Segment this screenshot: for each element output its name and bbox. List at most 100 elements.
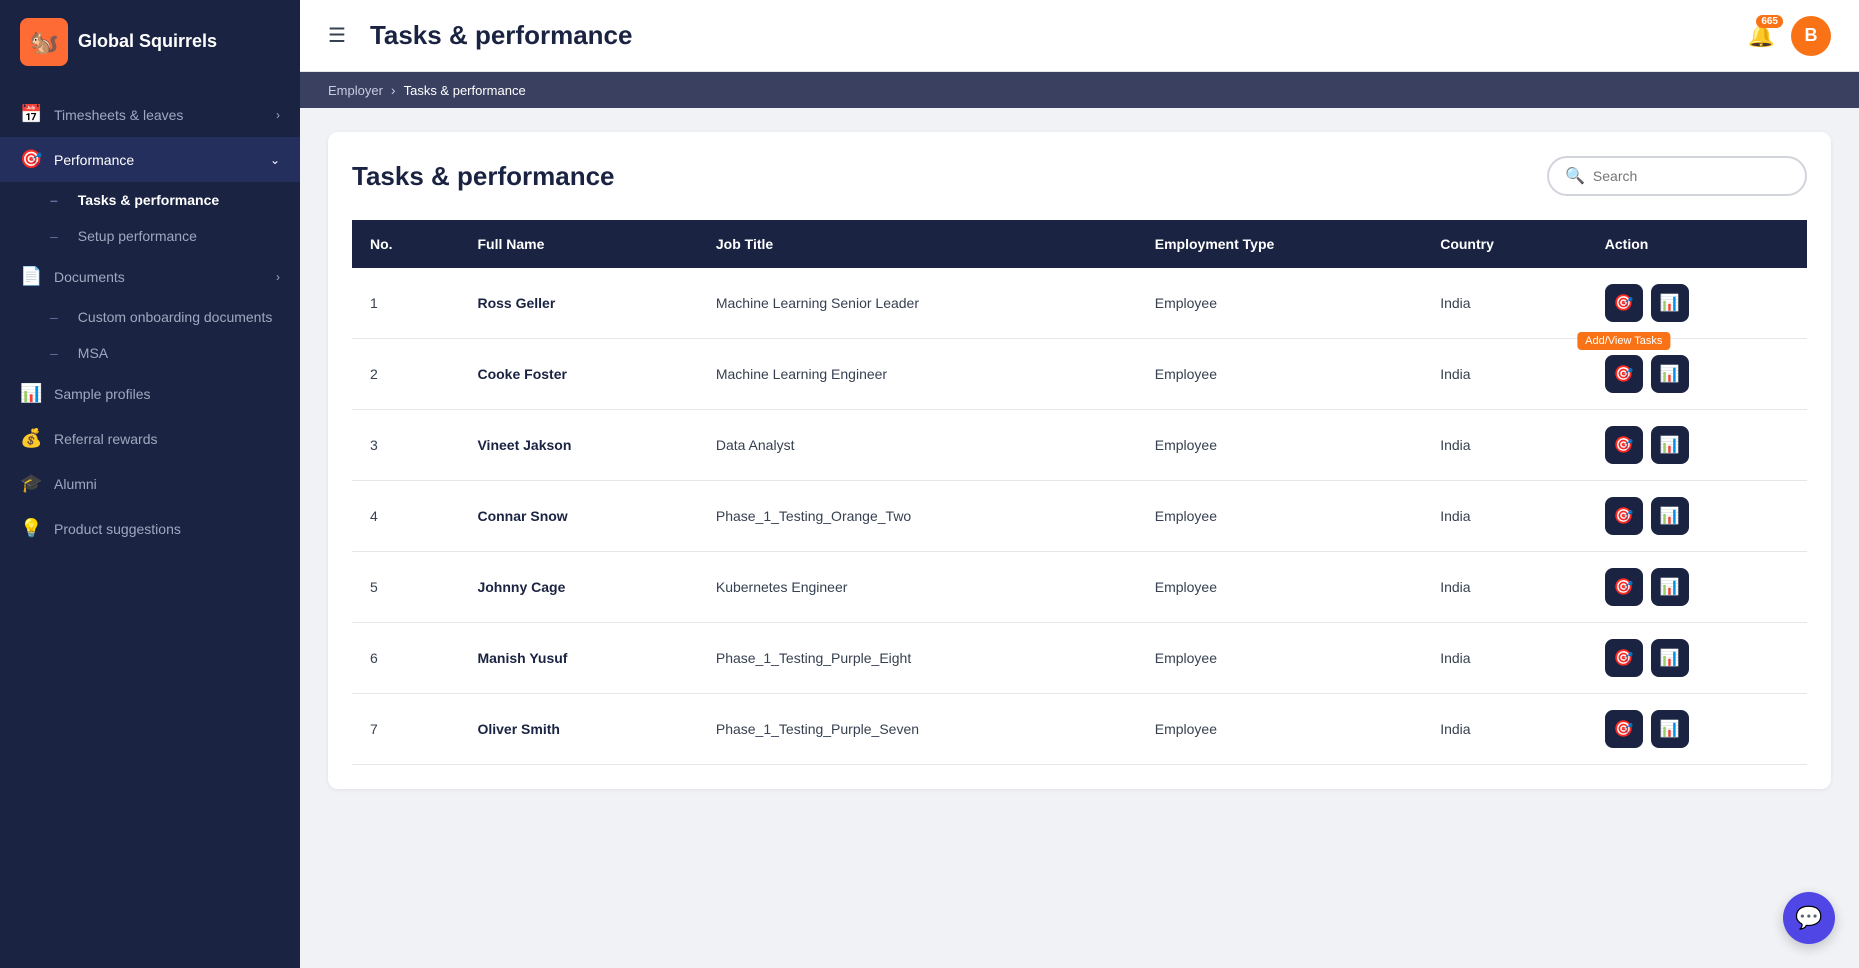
performance-icon: 🎯 <box>20 149 42 170</box>
view-performance-button[interactable]: 📊 <box>1651 568 1689 606</box>
chart-icon: 📊 <box>1660 506 1680 526</box>
add-view-tasks-button[interactable]: 🎯 <box>1605 710 1643 748</box>
action-buttons-group: 🎯 📊 <box>1605 497 1789 535</box>
cell-no: 2 <box>352 339 459 410</box>
table-row: 1 Ross Geller Machine Learning Senior Le… <box>352 268 1807 339</box>
cell-job-title: Kubernetes Engineer <box>698 552 1137 623</box>
cell-employment-type: Employee <box>1137 623 1422 694</box>
target-icon: 🎯 <box>1614 364 1634 384</box>
cell-no: 4 <box>352 481 459 552</box>
product-suggestions-icon: 💡 <box>20 518 42 539</box>
cell-employment-type: Employee <box>1137 481 1422 552</box>
target-icon: 🎯 <box>1614 435 1634 455</box>
sidebar-subitem-msa[interactable]: – MSA <box>0 335 300 371</box>
hamburger-button[interactable]: ☰ <box>328 23 346 48</box>
cell-actions: 🎯 Add/View Tasks 📊 <box>1587 268 1807 339</box>
action-buttons-group: 🎯 📊 <box>1605 355 1789 393</box>
cell-employment-type: Employee <box>1137 339 1422 410</box>
sidebar-item-label: Referral rewards <box>54 431 157 447</box>
add-view-tasks-button[interactable]: 🎯 <box>1605 355 1643 393</box>
cell-employment-type: Employee <box>1137 694 1422 765</box>
chevron-down-icon: ⌄ <box>270 153 280 167</box>
sidebar-item-product-suggestions[interactable]: 💡 Product suggestions <box>0 506 300 551</box>
cell-job-title: Phase_1_Testing_Orange_Two <box>698 481 1137 552</box>
cell-name: Oliver Smith <box>459 694 697 765</box>
view-performance-button[interactable]: 📊 <box>1651 639 1689 677</box>
user-avatar-button[interactable]: B <box>1791 16 1831 56</box>
logo-text: Global Squirrels <box>78 31 217 53</box>
cell-actions: 🎯 📊 <box>1587 694 1807 765</box>
breadcrumb: Employer › Tasks & performance <box>300 72 1859 108</box>
cell-name: Connar Snow <box>459 481 697 552</box>
add-view-tasks-button[interactable]: 🎯 <box>1605 426 1643 464</box>
add-view-tasks-button[interactable]: 🎯 <box>1605 568 1643 606</box>
view-performance-button[interactable]: 📊 <box>1651 355 1689 393</box>
logo-icon: 🐿️ <box>20 18 68 66</box>
notification-bell-button[interactable]: 🔔 665 <box>1748 23 1775 49</box>
timesheets-icon: 📅 <box>20 104 42 125</box>
cell-country: India <box>1422 552 1587 623</box>
search-input[interactable] <box>1593 168 1789 184</box>
sidebar-item-sample-profiles[interactable]: 📊 Sample profiles <box>0 371 300 416</box>
col-no: No. <box>352 220 459 268</box>
add-view-tasks-button[interactable]: 🎯 <box>1605 639 1643 677</box>
breadcrumb-separator: › <box>391 82 396 98</box>
table-row: 3 Vineet Jakson Data Analyst Employee In… <box>352 410 1807 481</box>
sidebar-subitem-custom-onboarding[interactable]: – Custom onboarding documents <box>0 299 300 335</box>
view-performance-button[interactable]: 📊 <box>1651 284 1689 322</box>
sidebar-logo[interactable]: 🐿️ Global Squirrels <box>0 0 300 84</box>
add-view-tasks-button[interactable]: 🎯 <box>1605 497 1643 535</box>
cell-no: 5 <box>352 552 459 623</box>
view-performance-button[interactable]: 📊 <box>1651 497 1689 535</box>
content-area: Tasks & performance 🔍 No. Full Name Job … <box>300 108 1859 968</box>
sidebar: 🐿️ Global Squirrels 📅 Timesheets & leave… <box>0 0 300 968</box>
view-performance-button[interactable]: 📊 <box>1651 426 1689 464</box>
chat-bubble-button[interactable]: 💬 <box>1783 892 1835 944</box>
content-card: Tasks & performance 🔍 No. Full Name Job … <box>328 132 1831 789</box>
view-performance-button[interactable]: 📊 <box>1651 710 1689 748</box>
chevron-right-icon: › <box>276 270 280 284</box>
sidebar-item-label: Documents <box>54 269 125 285</box>
table-row: 6 Manish Yusuf Phase_1_Testing_Purple_Ei… <box>352 623 1807 694</box>
cell-country: India <box>1422 339 1587 410</box>
action-buttons-group: 🎯 📊 <box>1605 568 1789 606</box>
add-view-tasks-button[interactable]: 🎯 Add/View Tasks <box>1605 284 1643 322</box>
sidebar-item-timesheets[interactable]: 📅 Timesheets & leaves › <box>0 92 300 137</box>
sidebar-item-alumni[interactable]: 🎓 Alumni <box>0 461 300 506</box>
sidebar-item-performance[interactable]: 🎯 Performance ⌄ <box>0 137 300 182</box>
action-buttons-group: 🎯 Add/View Tasks 📊 <box>1605 284 1789 322</box>
sidebar-navigation: 📅 Timesheets & leaves › 🎯 Performance ⌄ … <box>0 84 300 968</box>
notification-count-badge: 665 <box>1756 15 1783 28</box>
dash-icon: – <box>50 345 58 361</box>
col-jobtitle: Job Title <box>698 220 1137 268</box>
sidebar-subitem-setup-performance[interactable]: – Setup performance <box>0 218 300 254</box>
chat-icon: 💬 <box>1795 905 1822 931</box>
table-row: 5 Johnny Cage Kubernetes Engineer Employ… <box>352 552 1807 623</box>
dash-icon: – <box>50 228 58 244</box>
sidebar-subitem-label: Custom onboarding documents <box>78 309 273 325</box>
col-fullname: Full Name <box>459 220 697 268</box>
alumni-icon: 🎓 <box>20 473 42 494</box>
search-icon: 🔍 <box>1565 166 1585 186</box>
topbar-title: Tasks & performance <box>370 20 1732 51</box>
cell-actions: 🎯 📊 <box>1587 410 1807 481</box>
documents-icon: 📄 <box>20 266 42 287</box>
sidebar-item-label: Sample profiles <box>54 386 151 402</box>
col-action: Action <box>1587 220 1807 268</box>
chart-icon: 📊 <box>1660 648 1680 668</box>
chart-icon: 📊 <box>1660 435 1680 455</box>
search-box[interactable]: 🔍 <box>1547 156 1807 196</box>
dash-icon: – <box>50 192 58 208</box>
cell-job-title: Data Analyst <box>698 410 1137 481</box>
action-buttons-group: 🎯 📊 <box>1605 426 1789 464</box>
sidebar-item-documents[interactable]: 📄 Documents › <box>0 254 300 299</box>
topbar: ☰ Tasks & performance 🔔 665 B <box>300 0 1859 72</box>
target-icon: 🎯 <box>1614 506 1634 526</box>
cell-actions: 🎯 📊 <box>1587 623 1807 694</box>
cell-name: Vineet Jakson <box>459 410 697 481</box>
breadcrumb-employer[interactable]: Employer <box>328 83 383 98</box>
sidebar-item-label: Product suggestions <box>54 521 181 537</box>
sidebar-subitem-label: Setup performance <box>78 228 197 244</box>
sidebar-subitem-tasks-performance[interactable]: – Tasks & performance <box>0 182 300 218</box>
sidebar-item-referral-rewards[interactable]: 💰 Referral rewards <box>0 416 300 461</box>
